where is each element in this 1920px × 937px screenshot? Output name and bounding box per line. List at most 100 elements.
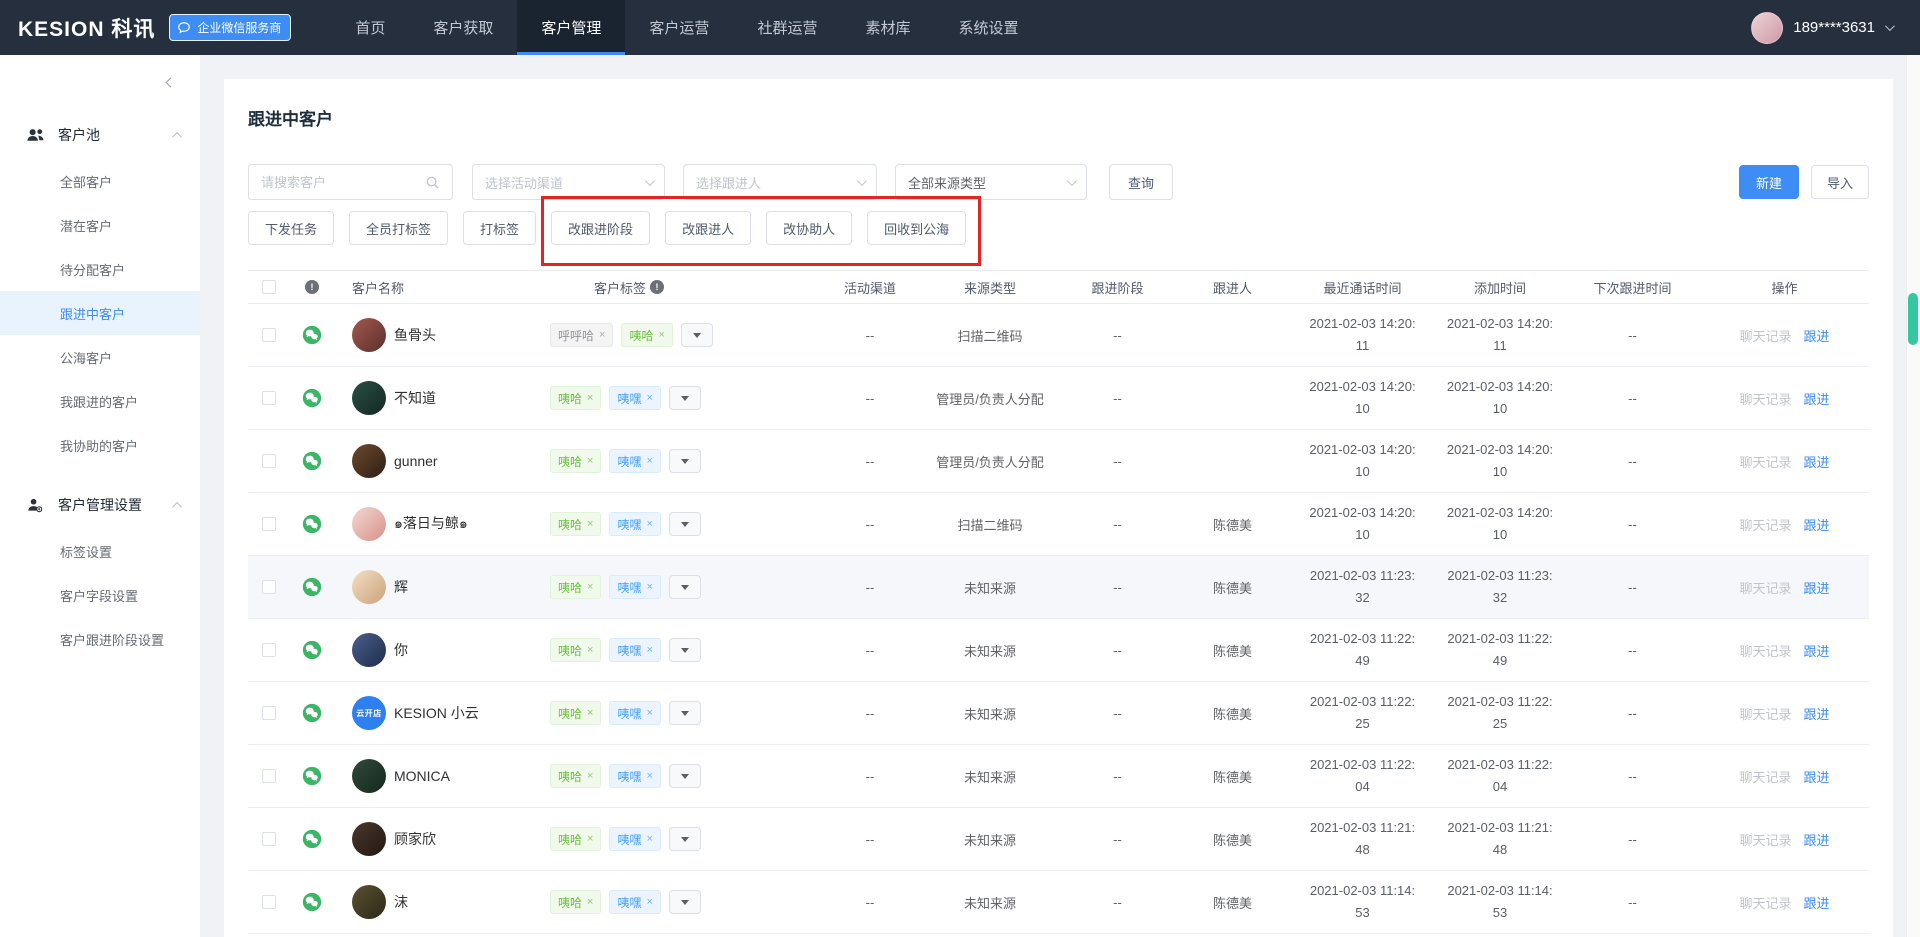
action-button-改跟进阶段[interactable]: 改跟进阶段 <box>551 211 650 245</box>
tag-close-icon[interactable]: × <box>587 644 593 656</box>
search-input[interactable] <box>261 175 401 190</box>
tag-close-icon[interactable]: × <box>587 392 593 404</box>
row-checkbox[interactable] <box>262 643 276 657</box>
follow-link[interactable]: 跟进 <box>1804 767 1830 786</box>
row-checkbox[interactable] <box>262 706 276 720</box>
follow-link[interactable]: 跟进 <box>1804 452 1830 471</box>
nav-item-首页[interactable]: 首页 <box>331 0 409 55</box>
row-checkbox[interactable] <box>262 517 276 531</box>
tag-close-icon[interactable]: × <box>587 455 593 467</box>
user-avatar[interactable] <box>1751 12 1783 44</box>
tag-close-icon[interactable]: × <box>646 518 652 530</box>
sidebar-section-header-客户管理设置[interactable]: 客户管理设置 <box>0 481 200 529</box>
tag-dropdown-button[interactable] <box>669 449 701 473</box>
chat-log-link[interactable]: 聊天记录 <box>1739 641 1791 660</box>
sidebar-item-待分配客户[interactable]: 待分配客户 <box>0 247 200 291</box>
row-checkbox[interactable] <box>262 580 276 594</box>
chat-log-link[interactable]: 聊天记录 <box>1739 515 1791 534</box>
sidebar-item-潜在客户[interactable]: 潜在客户 <box>0 203 200 247</box>
tag-dropdown-button[interactable] <box>669 827 701 851</box>
sidebar-item-公海客户[interactable]: 公海客户 <box>0 335 200 379</box>
tag-close-icon[interactable]: × <box>646 896 652 908</box>
action-button-打标签[interactable]: 打标签 <box>463 211 536 245</box>
tag-close-icon[interactable]: × <box>599 329 605 341</box>
tag-dropdown-button[interactable] <box>669 764 701 788</box>
tag-close-icon[interactable]: × <box>646 833 652 845</box>
page-scrollbar-track[interactable] <box>1906 55 1920 937</box>
chat-log-link[interactable]: 聊天记录 <box>1739 830 1791 849</box>
sidebar-collapse-button[interactable] <box>0 67 200 97</box>
sidebar-item-跟进中客户[interactable]: 跟进中客户 <box>0 291 200 335</box>
follow-link[interactable]: 跟进 <box>1804 578 1830 597</box>
chat-log-link[interactable]: 聊天记录 <box>1739 389 1791 408</box>
chat-log-link[interactable]: 聊天记录 <box>1739 452 1791 471</box>
tag-close-icon[interactable]: × <box>646 455 652 467</box>
action-button-改协助人[interactable]: 改协助人 <box>766 211 852 245</box>
sidebar-item-全部客户[interactable]: 全部客户 <box>0 159 200 203</box>
tag-close-icon[interactable]: × <box>587 707 593 719</box>
action-button-全员打标签[interactable]: 全员打标签 <box>349 211 448 245</box>
chat-log-link[interactable]: 聊天记录 <box>1739 893 1791 912</box>
tag-dropdown-button[interactable] <box>669 701 701 725</box>
create-button[interactable]: 新建 <box>1739 165 1799 199</box>
tag-dropdown-button[interactable] <box>669 638 701 662</box>
follow-link[interactable]: 跟进 <box>1804 515 1830 534</box>
search-icon[interactable] <box>425 175 440 190</box>
follow-link[interactable]: 跟进 <box>1804 641 1830 660</box>
row-checkbox[interactable] <box>262 391 276 405</box>
nav-item-社群运营[interactable]: 社群运营 <box>733 0 841 55</box>
action-button-回收到公海[interactable]: 回收到公海 <box>867 211 966 245</box>
sidebar-section-header-客户池[interactable]: 客户池 <box>0 111 200 159</box>
tag-close-icon[interactable]: × <box>646 770 652 782</box>
source-type-select[interactable]: 全部来源类型 <box>895 164 1087 200</box>
tag-close-icon[interactable]: × <box>587 896 593 908</box>
tag-dropdown-button[interactable] <box>669 386 701 410</box>
tag-close-icon[interactable]: × <box>646 707 652 719</box>
sidebar-item-标签设置[interactable]: 标签设置 <box>0 529 200 573</box>
tag-dropdown-button[interactable] <box>669 575 701 599</box>
sidebar-item-客户跟进阶段设置[interactable]: 客户跟进阶段设置 <box>0 617 200 661</box>
select-all-checkbox[interactable] <box>262 280 276 294</box>
tag-close-icon[interactable]: × <box>587 581 593 593</box>
row-checkbox[interactable] <box>262 832 276 846</box>
user-phone[interactable]: 189****3631 <box>1793 19 1875 36</box>
tag-close-icon[interactable]: × <box>587 833 593 845</box>
row-checkbox[interactable] <box>262 769 276 783</box>
action-button-下发任务[interactable]: 下发任务 <box>248 211 334 245</box>
action-button-改跟进人[interactable]: 改跟进人 <box>665 211 751 245</box>
follower-select[interactable]: 选择跟进人 <box>683 164 877 200</box>
tag-close-icon[interactable]: × <box>658 329 664 341</box>
page-scrollbar-thumb[interactable] <box>1908 293 1918 345</box>
tag-dropdown-button[interactable] <box>669 890 701 914</box>
tag-close-icon[interactable]: × <box>646 581 652 593</box>
follow-link[interactable]: 跟进 <box>1804 704 1830 723</box>
nav-item-素材库[interactable]: 素材库 <box>841 0 934 55</box>
sidebar-item-客户字段设置[interactable]: 客户字段设置 <box>0 573 200 617</box>
chat-log-link[interactable]: 聊天记录 <box>1739 767 1791 786</box>
sidebar-item-我协助的客户[interactable]: 我协助的客户 <box>0 423 200 467</box>
follow-link[interactable]: 跟进 <box>1804 830 1830 849</box>
tag-close-icon[interactable]: × <box>587 770 593 782</box>
import-button[interactable]: 导入 <box>1811 165 1869 199</box>
follow-link[interactable]: 跟进 <box>1804 389 1830 408</box>
channel-select[interactable]: 选择活动渠道 <box>472 164 665 200</box>
tag-dropdown-button[interactable] <box>681 323 713 347</box>
row-checkbox[interactable] <box>262 328 276 342</box>
sidebar-item-我跟进的客户[interactable]: 我跟进的客户 <box>0 379 200 423</box>
nav-item-客户运营[interactable]: 客户运营 <box>625 0 733 55</box>
chat-log-link[interactable]: 聊天记录 <box>1739 326 1791 345</box>
tag-close-icon[interactable]: × <box>646 392 652 404</box>
tag-close-icon[interactable]: × <box>587 518 593 530</box>
nav-item-客户获取[interactable]: 客户获取 <box>409 0 517 55</box>
row-checkbox[interactable] <box>262 895 276 909</box>
follow-link[interactable]: 跟进 <box>1804 893 1830 912</box>
tag-dropdown-button[interactable] <box>669 512 701 536</box>
nav-item-客户管理[interactable]: 客户管理 <box>517 0 625 55</box>
row-checkbox[interactable] <box>262 454 276 468</box>
tag-close-icon[interactable]: × <box>646 644 652 656</box>
nav-item-系统设置[interactable]: 系统设置 <box>934 0 1042 55</box>
chevron-down-icon[interactable] <box>1885 21 1895 31</box>
chat-log-link[interactable]: 聊天记录 <box>1739 578 1791 597</box>
query-button[interactable]: 查询 <box>1109 164 1173 200</box>
follow-link[interactable]: 跟进 <box>1804 326 1830 345</box>
